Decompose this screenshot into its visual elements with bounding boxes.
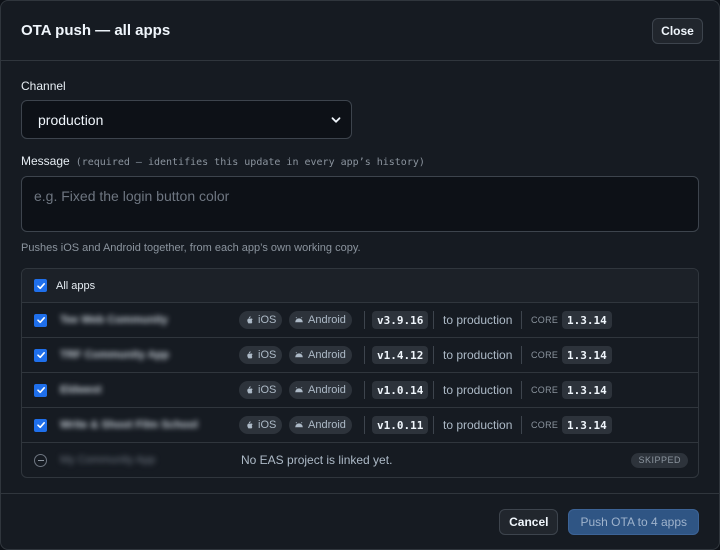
check-icon — [36, 282, 45, 289]
app-version: v1.0.14 — [372, 381, 429, 399]
app-name: Write & Shoot Film School — [60, 419, 198, 431]
app-row[interactable]: Tee Web Community iOS Android v3.9.16 to… — [22, 302, 698, 337]
modal-title: OTA push — all apps — [21, 22, 171, 39]
divider — [364, 311, 365, 329]
channel-selected-value: production — [38, 111, 104, 128]
android-icon — [295, 421, 303, 428]
no-eas-message: No EAS project is linked yet. — [241, 453, 393, 467]
apple-icon — [247, 421, 253, 429]
android-badge: Android — [289, 381, 352, 399]
check-icon — [36, 317, 45, 324]
app-row[interactable]: Write & Shoot Film School iOS Android v1… — [22, 407, 698, 442]
all-apps-label: All apps — [56, 279, 96, 292]
chevron-down-icon — [331, 112, 341, 128]
android-badge: Android — [289, 346, 352, 364]
skipped-badge: SKIPPED — [631, 452, 688, 468]
core-label: CORE — [531, 350, 559, 360]
target-channel: to production — [443, 383, 513, 397]
message-label: Message — [21, 154, 70, 168]
channel-select[interactable]: production — [21, 100, 352, 139]
android-label: Android — [308, 314, 346, 326]
ios-badge: iOS — [239, 416, 283, 434]
core-label: CORE — [531, 315, 559, 325]
android-label: Android — [308, 419, 346, 431]
all-apps-row[interactable]: All apps — [22, 269, 698, 302]
core-version: 1.3.14 — [562, 311, 612, 329]
app-version: v3.9.16 — [372, 311, 429, 329]
android-icon — [295, 316, 303, 323]
apple-icon — [247, 386, 253, 394]
apps-list: All apps Tee Web Community iOS Android v… — [21, 268, 699, 478]
divider — [364, 381, 365, 399]
app-name: Eldwest — [60, 384, 102, 396]
message-hint: (required — identifies this update in ev… — [75, 157, 425, 168]
ios-badge: iOS — [239, 346, 283, 364]
android-icon — [295, 386, 303, 393]
close-button[interactable]: Close — [652, 17, 703, 44]
app-checkbox[interactable] — [34, 313, 47, 327]
ios-label: iOS — [258, 384, 277, 396]
check-icon — [36, 422, 45, 429]
app-row[interactable]: TRF Community App iOS Android v1.4.12 to… — [22, 337, 698, 372]
channel-label: Channel — [21, 79, 66, 93]
ios-badge: iOS — [239, 381, 283, 399]
divider — [364, 346, 365, 364]
app-checkbox[interactable] — [34, 348, 47, 362]
android-icon — [295, 351, 303, 358]
ota-push-modal: OTA push — all apps Close Channel produc… — [0, 0, 720, 550]
push-note: Pushes iOS and Android together, from ea… — [21, 242, 361, 254]
core-label: CORE — [531, 420, 559, 430]
divider — [433, 416, 434, 434]
app-name: Tee Web Community — [60, 314, 168, 326]
check-icon — [36, 387, 45, 394]
apple-icon — [247, 316, 253, 324]
apple-icon — [247, 351, 253, 359]
app-version: v1.4.12 — [372, 346, 429, 364]
divider — [433, 311, 434, 329]
app-checkbox[interactable] — [34, 383, 47, 397]
android-label: Android — [308, 384, 346, 396]
all-apps-checkbox[interactable] — [34, 279, 47, 292]
check-icon — [36, 352, 45, 359]
cancel-button[interactable]: Cancel — [499, 508, 559, 535]
minus-circle-icon — [34, 453, 47, 467]
ios-label: iOS — [258, 419, 277, 431]
divider — [521, 381, 522, 399]
divider — [433, 346, 434, 364]
modal-footer: Cancel Push OTA to 4 apps — [1, 493, 719, 549]
message-label-row: Message (required — identifies this upda… — [21, 154, 699, 168]
core-version: 1.3.14 — [562, 416, 612, 434]
core-version: 1.3.14 — [562, 346, 612, 364]
message-textarea[interactable]: e.g. Fixed the login button color — [21, 176, 699, 232]
modal-header: OTA push — all apps Close — [1, 1, 719, 61]
core-version: 1.3.14 — [562, 381, 612, 399]
app-version: v1.0.11 — [372, 416, 429, 434]
ios-badge: iOS — [239, 311, 283, 329]
divider — [433, 381, 434, 399]
message-placeholder: e.g. Fixed the login button color — [34, 188, 230, 204]
app-name: My Community App — [60, 454, 156, 466]
divider — [521, 416, 522, 434]
skipped-app-row: My Community App No EAS project is linke… — [22, 442, 698, 477]
target-channel: to production — [443, 313, 513, 327]
target-channel: to production — [443, 348, 513, 362]
divider — [521, 311, 522, 329]
app-checkbox[interactable] — [34, 418, 47, 432]
android-badge: Android — [289, 416, 352, 434]
push-ota-button[interactable]: Push OTA to 4 apps — [568, 508, 699, 535]
android-label: Android — [308, 349, 346, 361]
app-row[interactable]: Eldwest iOS Android v1.0.14 to productio… — [22, 372, 698, 407]
divider — [521, 346, 522, 364]
target-channel: to production — [443, 418, 513, 432]
core-label: CORE — [531, 385, 559, 395]
ios-label: iOS — [258, 314, 277, 326]
android-badge: Android — [289, 311, 352, 329]
divider — [364, 416, 365, 434]
ios-label: iOS — [258, 349, 277, 361]
app-name: TRF Community App — [60, 349, 169, 361]
modal-body: Channel production Message (required — i… — [1, 61, 719, 478]
